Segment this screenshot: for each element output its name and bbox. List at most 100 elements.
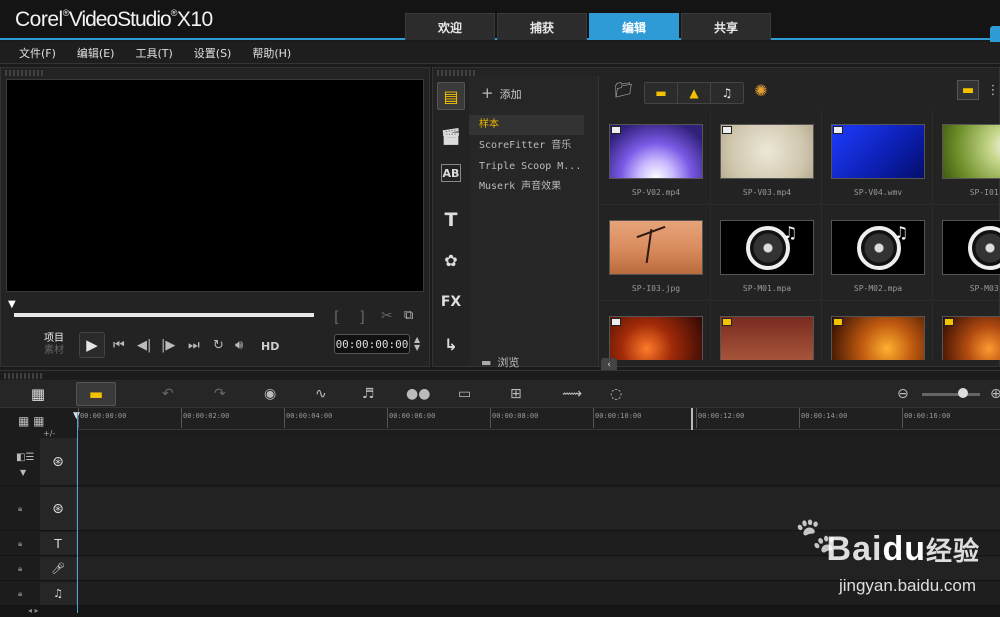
mode-project-label[interactable]: 项目 xyxy=(44,333,64,345)
next-frame-icon[interactable]: |▶ xyxy=(161,338,175,353)
thumbnail-item[interactable]: SP-V03.mp4 xyxy=(712,110,822,205)
folder-item-triple-scoop[interactable]: Triple Scoop M... xyxy=(469,157,584,177)
volume-icon[interactable]: 🔊︎ xyxy=(235,338,243,353)
list-view-icon[interactable]: ▬ xyxy=(957,80,979,100)
show-audio-icon[interactable]: ♫ xyxy=(711,83,743,103)
cut-icon[interactable]: ✂ xyxy=(381,308,393,324)
thumbnail-item[interactable] xyxy=(712,302,822,360)
enlarge-icon[interactable]: ⧉ xyxy=(404,308,413,323)
menu-help[interactable]: 帮助(H) xyxy=(252,45,291,61)
track-expand-icon[interactable]: ▼ xyxy=(20,468,26,477)
title-track-icon[interactable]: T xyxy=(40,532,77,555)
scrub-bar[interactable] xyxy=(14,313,314,317)
thumbnail-item[interactable] xyxy=(601,302,711,360)
menu-edit[interactable]: 编辑(E) xyxy=(77,45,115,61)
track-lock-icon[interactable]: ◧☰ xyxy=(16,452,34,463)
thumbnail-item[interactable]: SP-I01.j xyxy=(934,110,1000,205)
transition-icon[interactable]: AB xyxy=(441,164,461,182)
thumbnail-item[interactable]: ♫ SP-M03.m xyxy=(934,206,1000,301)
filter-icon[interactable]: FX xyxy=(437,288,465,316)
browse-button[interactable]: ▬ 浏览 xyxy=(481,354,519,370)
video-track-lane[interactable] xyxy=(78,438,1000,485)
thumbnail-item[interactable]: ♫ SP-M01.mpa xyxy=(712,206,822,301)
folder-item-muserk[interactable]: Muserk 声音效果 xyxy=(469,177,584,197)
record-capture-icon[interactable]: ◉ xyxy=(264,384,276,404)
thumbnail-view-icon[interactable]: ⋮ xyxy=(985,80,1000,100)
timeline-scroll-bar[interactable]: ◂ ▸ xyxy=(0,606,1000,617)
thumbnail-item[interactable]: SP-V04.wmv xyxy=(823,110,933,205)
media-category-icon[interactable]: ▤ xyxy=(437,82,465,110)
home-icon[interactable]: ⏮ xyxy=(113,338,125,353)
zoom-slider-handle[interactable] xyxy=(958,388,968,398)
timeline-view-icon[interactable]: ▬ xyxy=(76,382,116,406)
instant-project-icon[interactable]: 🎬︎ xyxy=(437,122,465,150)
track-lock-icon[interactable]: 🔒︎ xyxy=(18,539,22,549)
repeat-icon[interactable]: ↻ xyxy=(213,338,224,353)
overlay-track-icon[interactable]: ⊛ xyxy=(40,487,77,530)
thumbnail-item[interactable] xyxy=(934,302,1000,360)
music-track-lane[interactable] xyxy=(78,582,1000,605)
timeline-panel: ▦ ▬ ↶ ↷ ◉ ∿ ♬ ●● ▭ ⊞ ⟿ ◌ ⊖ ⊕ 00:00:00:00… xyxy=(0,370,1000,617)
zoom-out-icon[interactable]: ⊖ xyxy=(897,384,909,404)
redo-icon[interactable]: ↷ xyxy=(214,384,226,404)
tab-share[interactable]: 共享 xyxy=(681,13,771,40)
thumbnail-item[interactable]: SP-V02.mp4 xyxy=(601,110,711,205)
thumbnail-item[interactable]: ♫ SP-M02.mpa xyxy=(823,206,933,301)
zoom-in-icon[interactable]: ⊕ xyxy=(990,384,1000,404)
mode-switch[interactable]: 项目 素材 xyxy=(44,333,64,357)
folder-item-scorefitter[interactable]: ScoreFitter 音乐 xyxy=(469,136,584,156)
timeline-ruler[interactable]: 00:00:00:00 00:00:02:00 00:00:04:00 00:0… xyxy=(78,408,1000,430)
video-track-icon[interactable]: ⊛ xyxy=(40,438,77,485)
path-icon[interactable]: ↳ xyxy=(437,330,465,358)
show-all-tracks-icon[interactable]: ▦ ▦ xyxy=(18,414,45,428)
auto-music-icon[interactable]: ♬ xyxy=(362,384,375,404)
menu-file[interactable]: 文件(F) xyxy=(19,45,56,61)
mark-in-icon[interactable]: [ xyxy=(334,308,340,326)
track-manager-button[interactable]: +/- xyxy=(43,429,55,438)
track-lock-icon[interactable]: 🔒︎ xyxy=(18,564,22,574)
tab-capture[interactable]: 捕获 xyxy=(497,13,587,40)
scrub-handle[interactable]: ▼ xyxy=(8,299,18,311)
panel-grip[interactable] xyxy=(5,70,43,76)
overlay-track-lane[interactable] xyxy=(78,487,1000,530)
storyboard-view-icon[interactable]: ▦ xyxy=(18,382,58,406)
track-lock-icon[interactable]: 🔒︎ xyxy=(18,504,22,514)
voice-track-icon[interactable]: 🎤︎ xyxy=(40,557,77,580)
motion-tracking-icon[interactable]: ●● xyxy=(406,384,430,404)
tab-welcome[interactable]: 欢迎 xyxy=(405,13,495,40)
show-photo-icon[interactable]: ▲ xyxy=(678,83,711,103)
hd-preview-toggle[interactable]: HD xyxy=(261,340,279,353)
title-icon[interactable]: T xyxy=(437,206,465,234)
mark-out-icon[interactable]: ] xyxy=(359,308,365,326)
folder-item-samples[interactable]: 样本 xyxy=(469,115,584,135)
folder-icon[interactable]: 📁︎ xyxy=(614,80,633,100)
previous-frame-icon[interactable]: ◀| xyxy=(137,338,151,353)
title-track-lane[interactable] xyxy=(78,532,1000,555)
music-track-icon[interactable]: ♫ xyxy=(40,582,77,605)
timecode-display[interactable]: 00:00:00:00 xyxy=(334,334,410,354)
thumbnail-item[interactable] xyxy=(823,302,933,360)
zoom-slider[interactable] xyxy=(922,393,980,396)
timecode-stepper[interactable]: ▲ ▼ xyxy=(414,336,420,352)
subtitle-editor-icon[interactable]: ▭ xyxy=(458,384,471,404)
music-note-icon: ♫ xyxy=(783,223,798,242)
voice-track-lane[interactable] xyxy=(78,557,1000,580)
undo-icon[interactable]: ↶ xyxy=(162,384,174,404)
thumbnail-item[interactable]: SP-I03.jpg xyxy=(601,206,711,301)
track-lock-icon[interactable]: 🔒︎ xyxy=(18,589,22,599)
tab-edit[interactable]: 编辑 xyxy=(589,13,679,40)
import-icon[interactable]: ✺ xyxy=(751,80,771,100)
add-folder-button[interactable]: + 添加 xyxy=(481,84,522,102)
sound-mixer-icon[interactable]: ∿ xyxy=(315,384,327,404)
time-remapping-icon[interactable]: ⟿ xyxy=(562,384,582,404)
panel-grip[interactable] xyxy=(4,373,42,379)
graphic-icon[interactable]: ✿ xyxy=(437,246,465,274)
mask-creator-icon[interactable]: ◌ xyxy=(610,384,622,404)
menu-settings[interactable]: 设置(S) xyxy=(194,45,232,61)
menu-tools[interactable]: 工具(T) xyxy=(135,45,172,61)
show-video-icon[interactable]: ▬ xyxy=(645,83,678,103)
multi-camera-icon[interactable]: ⊞ xyxy=(510,384,522,404)
end-icon[interactable]: ⏭ xyxy=(188,338,200,353)
mode-clip-label[interactable]: 素材 xyxy=(44,345,64,357)
play-button[interactable]: ▶ xyxy=(79,332,105,358)
